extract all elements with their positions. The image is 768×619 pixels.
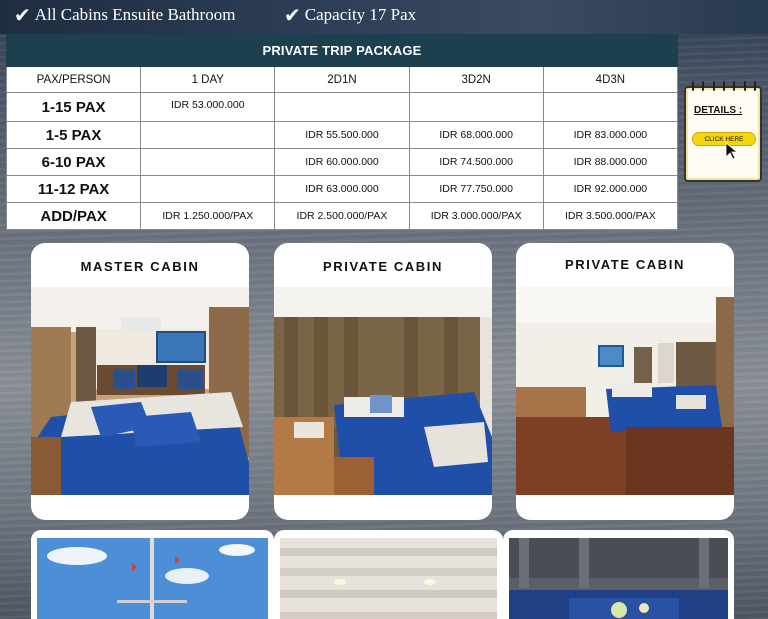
table-row: ADD/PAX IDR 1.250.000/PAX IDR 2.500.000/… bbox=[5, 202, 679, 230]
price-cell: IDR 53.000.000 bbox=[140, 92, 276, 122]
price-cell bbox=[140, 148, 276, 176]
pax-cell: 1-15 PAX bbox=[5, 92, 142, 122]
price-cell bbox=[274, 92, 410, 122]
dining-area-photo-card bbox=[503, 530, 734, 619]
price-cell: IDR 92.000.000 bbox=[542, 175, 679, 203]
price-cell: IDR 77.750.000 bbox=[408, 175, 544, 203]
boat-mast-photo bbox=[37, 538, 268, 619]
feature-capacity: ✔ Capacity 17 Pax bbox=[284, 3, 416, 27]
column-header: 3D2N bbox=[408, 66, 544, 93]
price-table: PRIVATE TRIP PACKAGE PAX/PERSON 1 DAY 2D… bbox=[5, 34, 679, 230]
cabin-title: MASTER CABIN bbox=[80, 259, 200, 274]
pax-cell: ADD/PAX bbox=[5, 202, 142, 230]
table-row: 11-12 PAX IDR 63.000.000 IDR 77.750.000 … bbox=[5, 175, 679, 203]
table-row: 1-5 PAX IDR 55.500.000 IDR 68.000.000 ID… bbox=[5, 121, 679, 149]
table-row: 6-10 PAX IDR 60.000.000 IDR 74.500.000 I… bbox=[5, 148, 679, 176]
price-cell: IDR 88.000.000 bbox=[542, 148, 679, 176]
price-cell: IDR 55.500.000 bbox=[274, 121, 410, 149]
price-cell: IDR 68.000.000 bbox=[408, 121, 544, 149]
deck-ceiling-photo-card bbox=[274, 530, 503, 619]
cabin-photo bbox=[516, 287, 734, 495]
pax-cell: 11-12 PAX bbox=[5, 175, 142, 203]
column-header: 2D1N bbox=[274, 66, 410, 93]
cabin-card-private-2[interactable]: PRIVATE CABIN bbox=[516, 243, 734, 520]
table-row: 1-15 PAX IDR 53.000.000 bbox=[5, 92, 679, 122]
price-cell bbox=[408, 92, 544, 122]
boat-mast-photo-card bbox=[31, 530, 274, 619]
check-icon: ✔ bbox=[284, 3, 301, 27]
price-cell: IDR 2.500.000/PAX bbox=[274, 202, 410, 230]
deck-ceiling-photo bbox=[280, 538, 497, 619]
feature-label: All Cabins Ensuite Bathroom bbox=[34, 5, 236, 24]
price-cell: IDR 60.000.000 bbox=[274, 148, 410, 176]
table-header-row: PAX/PERSON 1 DAY 2D1N 3D2N 4D3N bbox=[5, 66, 679, 93]
price-cell: IDR 1.250.000/PAX bbox=[140, 202, 276, 230]
table-title: PRIVATE TRIP PACKAGE bbox=[6, 34, 678, 67]
price-cell: IDR 3.000.000/PAX bbox=[408, 202, 544, 230]
price-cell: IDR 63.000.000 bbox=[274, 175, 410, 203]
price-cell bbox=[542, 92, 679, 122]
price-cell bbox=[140, 121, 276, 149]
cabin-title: PRIVATE CABIN bbox=[323, 259, 443, 274]
price-cell: IDR 3.500.000/PAX bbox=[542, 202, 679, 230]
cabin-photo bbox=[31, 287, 249, 495]
column-header: PAX/PERSON bbox=[5, 66, 142, 93]
cabin-card-private-1[interactable]: PRIVATE CABIN bbox=[274, 243, 492, 520]
cabin-photo bbox=[274, 287, 492, 495]
price-cell: IDR 83.000.000 bbox=[542, 121, 679, 149]
column-header: 4D3N bbox=[542, 66, 679, 93]
price-cell bbox=[140, 175, 276, 203]
cursor-icon bbox=[725, 142, 739, 160]
details-notepad: DETAILS : CLICK HERE bbox=[684, 81, 762, 182]
column-header: 1 DAY bbox=[140, 66, 276, 93]
price-cell: IDR 74.500.000 bbox=[408, 148, 544, 176]
cabin-card-master[interactable]: MASTER CABIN bbox=[31, 243, 249, 520]
details-label: DETAILS : bbox=[694, 105, 743, 116]
pax-cell: 1-5 PAX bbox=[5, 121, 142, 149]
check-icon: ✔ bbox=[14, 3, 31, 27]
feature-label: Capacity 17 Pax bbox=[304, 5, 417, 24]
feature-ensuite: ✔ All Cabins Ensuite Bathroom bbox=[14, 3, 235, 27]
pax-cell: 6-10 PAX bbox=[5, 148, 142, 176]
cabin-title: PRIVATE CABIN bbox=[565, 257, 685, 272]
notepad-spiral-icon bbox=[692, 81, 756, 91]
dining-area-photo bbox=[509, 538, 728, 619]
